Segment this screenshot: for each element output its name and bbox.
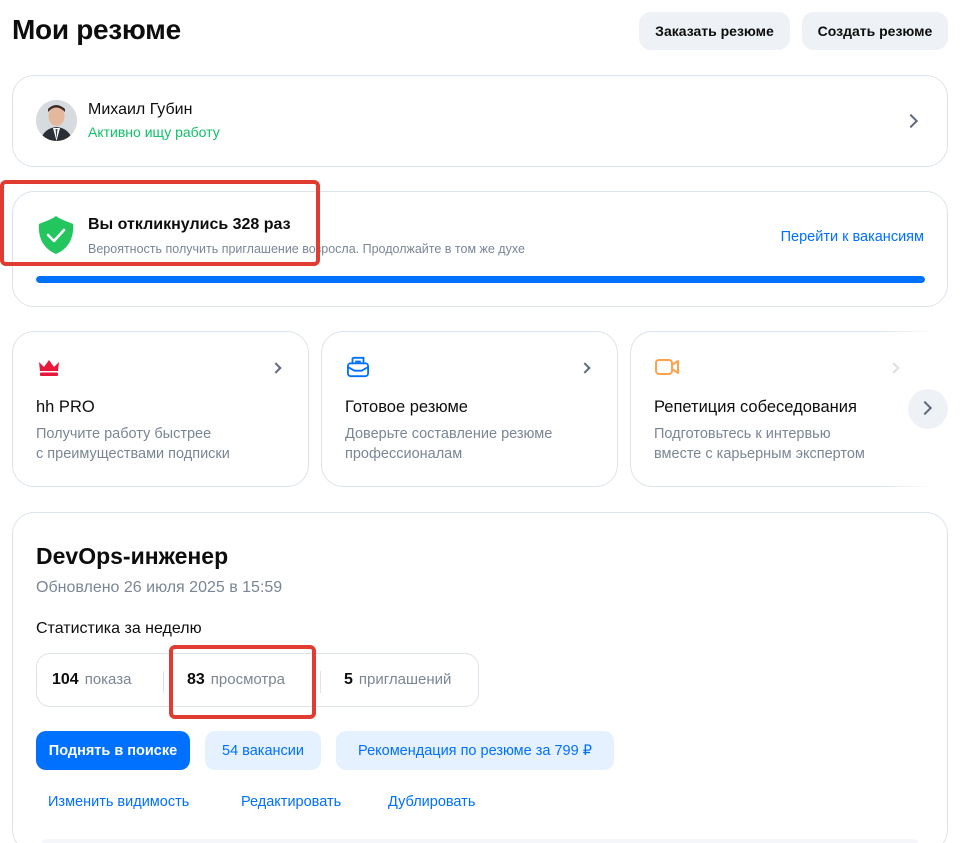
chevron-right-icon	[917, 400, 933, 416]
create-resume-button[interactable]: Создать резюме	[802, 12, 948, 50]
resume-updated-date: Обновлено 26 июля 2025 в 15:59	[36, 579, 283, 596]
bottom-panel	[40, 839, 920, 843]
weekly-stats: 104 показа 83 просмотра 5 приглашений	[36, 653, 479, 707]
mailbox-icon	[347, 356, 369, 378]
check-shield-icon	[38, 216, 74, 254]
go-to-vacancies-link[interactable]: Перейти к вакансиям	[781, 229, 924, 245]
change-visibility-link[interactable]: Изменить видимость	[48, 794, 189, 810]
profile-card[interactable]: Михаил Губин Активно ищу работу	[12, 75, 948, 167]
profile-status: Активно ищу работу	[88, 124, 220, 140]
service-description: Доверьте составление резюме профессионала…	[345, 426, 553, 462]
service-title: Готовое резюме	[345, 398, 468, 416]
page-title: Мои резюме	[12, 14, 181, 45]
recommendation-button[interactable]: Рекомендация по резюме за 799 ₽	[336, 731, 614, 770]
duplicate-link[interactable]: Дублировать	[388, 794, 475, 810]
stat-invitations[interactable]: 5 приглашений	[344, 671, 451, 689]
profile-name: Михаил Губин	[88, 101, 193, 118]
stat-divider	[320, 671, 321, 693]
vacancies-button[interactable]: 54 вакансии	[205, 731, 321, 770]
stat-divider	[163, 671, 164, 693]
carousel-next-button[interactable]	[908, 389, 948, 429]
stat-impressions[interactable]: 104 показа	[52, 671, 131, 689]
resume-title[interactable]: DevOps-инженер	[36, 543, 228, 570]
avatar	[36, 100, 77, 141]
crown-icon	[39, 360, 59, 376]
edit-link[interactable]: Редактировать	[241, 794, 341, 810]
responses-subtitle: Вероятность получить приглашение возросл…	[88, 242, 525, 256]
stat-views[interactable]: 83 просмотра	[187, 671, 285, 689]
service-title: hh PRO	[36, 398, 95, 416]
responses-progress-bar	[36, 276, 925, 283]
responses-count-title: Вы откликнулись 328 раз	[88, 216, 291, 233]
chevron-right-icon	[270, 362, 282, 374]
service-card-hh-pro[interactable]: hh PRO Получите работу быстрее с преимуще…	[12, 331, 309, 487]
raise-in-search-button[interactable]: Поднять в поиске	[36, 731, 190, 770]
service-description: Получите работу быстрее с преимуществами …	[36, 426, 230, 462]
service-title: Репетиция собеседования	[654, 398, 857, 416]
progress-fill	[36, 276, 925, 283]
stats-label: Статистика за неделю	[36, 620, 202, 637]
resume-card: DevOps-инженер Обновлено 26 июля 2025 в …	[12, 512, 948, 843]
service-card-ready-resume[interactable]: Готовое резюме Доверьте составление резю…	[321, 331, 618, 487]
chevron-right-icon	[903, 113, 919, 129]
responses-card: Вы откликнулись 328 раз Вероятность полу…	[12, 191, 948, 307]
chevron-right-icon	[579, 362, 591, 374]
video-camera-icon	[655, 359, 679, 375]
order-resume-button[interactable]: Заказать резюме	[639, 12, 790, 50]
